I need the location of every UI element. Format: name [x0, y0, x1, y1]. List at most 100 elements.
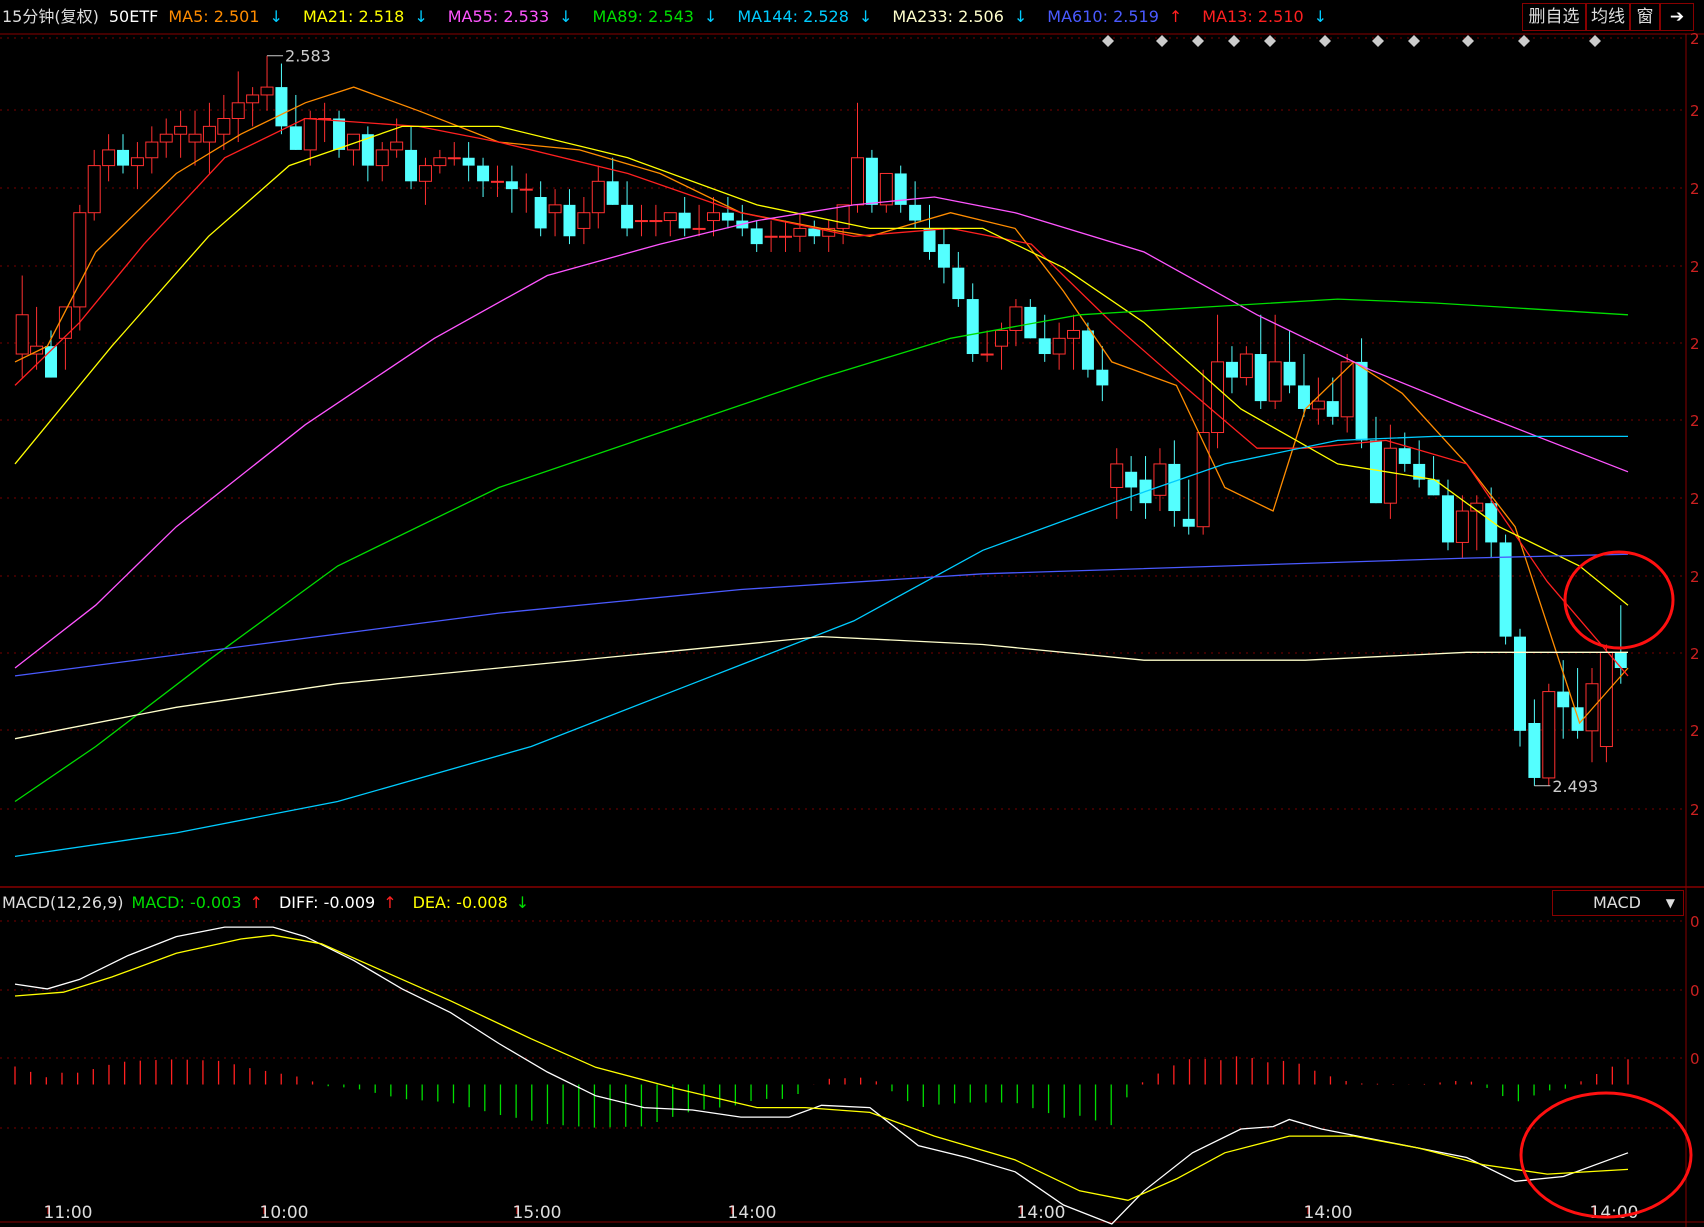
candle-body — [1153, 463, 1167, 496]
high-price-annotation: 2.583 — [285, 47, 331, 66]
candle-body — [130, 157, 144, 167]
candle-body — [923, 228, 936, 252]
ma-legend-arrow: ↓ — [1013, 7, 1028, 26]
ma-legend-item: MA89: 2.543 ↓ — [593, 7, 728, 26]
highlight-circle — [1519, 1091, 1693, 1219]
candle-body — [1441, 495, 1454, 543]
ma-legend-label: MA21: 2.518 — [302, 7, 405, 26]
event-marker-icon — [1156, 35, 1168, 47]
candle-body — [1369, 440, 1382, 504]
event-marker-icon — [1102, 35, 1114, 47]
candle-body — [102, 149, 116, 167]
x-axis-label: 10:00 — [260, 1203, 309, 1223]
ma-legend: MA5: 2.501 ↓ MA21: 2.518 ↓ MA55: 2.533 ↓ MA89:… — [168, 7, 1347, 26]
ma-legend-label: MA233: 2.506 — [892, 7, 1004, 26]
macd-header: MACD(12,26,9) MACD: -0.003 ↑ DIFF: -0.009 ↑ D… — [2, 893, 545, 912]
candle-body — [1254, 354, 1267, 402]
exit-icon[interactable]: ➔ — [1660, 3, 1694, 31]
candle-body — [851, 157, 865, 206]
candle-body — [1326, 401, 1339, 417]
stock-chart[interactable]: 2 2 2 2 2 2 2 2 2 2 2 0 0 0 2.583 2.493 11:00 10:00 15:00 1… — [0, 0, 1704, 1227]
delete-favorite-button[interactable]: 删自选 — [1522, 3, 1586, 31]
candle-body — [1052, 337, 1066, 355]
candle-body — [591, 180, 605, 214]
indicator-selector[interactable]: MACD ▼ — [1552, 890, 1684, 916]
event-marker-icon — [1192, 35, 1204, 47]
candle-body — [1340, 361, 1354, 418]
candle-body — [519, 188, 533, 191]
ma-legend-label: MA89: 2.543 — [592, 7, 694, 26]
candle-body — [952, 267, 965, 300]
ma-line-ma13 — [14, 117, 1629, 677]
macd-value: MACD: -0.003 ↑ — [132, 893, 271, 912]
macd-arrow: ↑ — [249, 893, 263, 912]
candle-body — [303, 118, 317, 151]
candle-body — [145, 141, 159, 159]
price-axis-label: 2 — [1690, 645, 1700, 663]
ma-legend-label: MA5: 2.501 — [168, 7, 260, 26]
price-axis-label: 2 — [1690, 722, 1700, 740]
candle-body — [462, 157, 475, 166]
event-marker-icon — [1518, 35, 1530, 47]
dea-value: DEA: -0.008 ↓ — [413, 893, 538, 912]
candle-body — [706, 212, 720, 222]
candle-body — [73, 212, 87, 308]
average-line-button[interactable]: 均线 — [1586, 3, 1630, 31]
macd-dea-line — [14, 934, 1629, 1201]
event-marker-icon — [1264, 35, 1276, 47]
candle-body — [260, 86, 274, 96]
candle-body — [563, 204, 576, 237]
candle-body — [606, 181, 619, 205]
low-price-annotation: 2.493 — [1552, 777, 1598, 796]
price-axis-label: 2 — [1690, 490, 1700, 508]
candle-body — [793, 227, 807, 237]
ma-legend-arrow: ↓ — [414, 7, 428, 26]
candle-body — [231, 102, 245, 120]
candle-body — [1067, 329, 1081, 339]
price-axis-label: 2 — [1690, 412, 1700, 430]
ma-legend-item: MA55: 2.533 ↓ — [448, 7, 583, 26]
candle-body — [1168, 463, 1181, 512]
candle-body — [1571, 707, 1584, 731]
x-axis-label: 14:00 — [1017, 1203, 1066, 1223]
candle-body — [995, 329, 1009, 347]
x-axis-label: 15:00 — [513, 1203, 562, 1223]
candle-body — [548, 204, 562, 214]
candle-body — [1542, 691, 1556, 779]
macd-diff-line — [14, 926, 1629, 1225]
diff-arrow: ↑ — [383, 893, 397, 912]
candle-body — [217, 118, 231, 135]
event-marker-icon — [1319, 35, 1331, 47]
x-axis-label: 14:00 — [1304, 1203, 1353, 1223]
candle-body — [275, 87, 288, 127]
ma-line-ma5 — [14, 86, 1629, 725]
event-marker-icon — [1372, 35, 1384, 47]
indicator-selector-label: MACD — [1593, 893, 1641, 912]
candle-body — [692, 227, 706, 230]
candle-body — [1455, 510, 1469, 543]
candle-body — [87, 165, 101, 214]
candle-body — [418, 165, 432, 182]
ma-line-ma55 — [14, 196, 1629, 669]
candle-body — [1528, 722, 1541, 778]
candle-body — [15, 314, 29, 355]
candle-body — [447, 157, 461, 160]
period-label: 15分钟(复权) — [2, 7, 99, 26]
candle-body — [649, 220, 663, 223]
ma-legend-item: MA144: 2.528 ↓ — [737, 7, 882, 26]
candle-body — [909, 204, 922, 221]
candle-body — [621, 204, 634, 229]
candle-body — [1283, 361, 1296, 386]
candle-body — [1355, 361, 1368, 441]
ma-legend-arrow: ↑ — [1168, 7, 1183, 26]
candle-body — [865, 157, 878, 205]
candle-body — [505, 181, 518, 190]
price-axis-label: 2 — [1690, 102, 1700, 120]
candle-body — [1599, 651, 1613, 748]
ma-legend-item: MA610: 2.519 ↑ — [1047, 7, 1192, 26]
candle-body — [1311, 400, 1325, 410]
ma-legend-label: MA13: 2.510 — [1202, 7, 1304, 26]
window-button[interactable]: 窗 — [1630, 3, 1660, 31]
ma-legend-item: MA233: 2.506 ↓ — [892, 7, 1037, 26]
candle-body — [289, 126, 302, 150]
